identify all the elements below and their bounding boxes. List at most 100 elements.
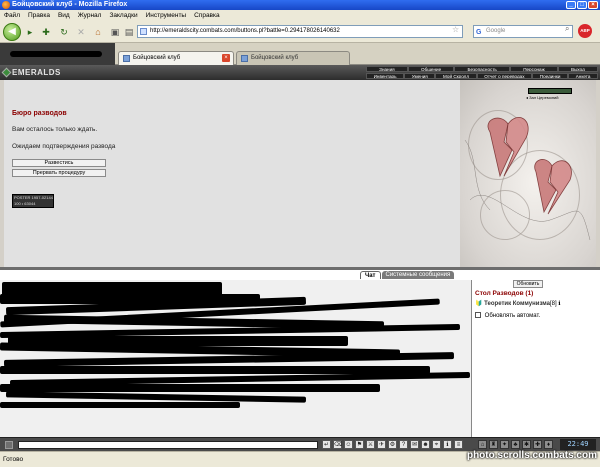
send-icon[interactable]: ↵	[322, 440, 331, 449]
confirmation-message: Ожидаем подтверждения развода	[12, 143, 116, 150]
title-bar: Бойцовский клуб - Mozilla Firefox _ □ ×	[0, 0, 600, 10]
search-magnifier-icon[interactable]: ⌕	[565, 24, 569, 34]
map-icon[interactable]: ⌖	[432, 440, 441, 449]
adblock-icon[interactable]: ABP	[578, 24, 592, 38]
divorce-button[interactable]: Развестись	[12, 159, 106, 167]
menu-character[interactable]: Персонаж	[510, 66, 558, 72]
toolbar-extension-icon[interactable]: ▣	[109, 26, 121, 38]
page-title: Бюро разводов	[12, 110, 67, 117]
room-title: Стол Разводов (1)	[475, 290, 534, 297]
game-menu-row: Знания Общение Безопасность Персонаж Вых…	[366, 66, 598, 72]
menu-exit[interactable]: Выход	[557, 66, 598, 72]
bookmark-star-icon[interactable]: ☆	[452, 25, 459, 34]
redaction-scribble	[0, 402, 240, 408]
location-icon-4[interactable]: ♣	[511, 440, 520, 449]
menu-history[interactable]: Журнал	[78, 10, 102, 21]
auto-refresh-checkbox[interactable]	[475, 312, 481, 318]
site-favicon-icon	[140, 28, 147, 35]
chat-input[interactable]	[18, 441, 318, 449]
home-icon[interactable]: ⌂	[92, 26, 104, 38]
menu-skills[interactable]: Умения	[404, 73, 436, 79]
menu-profile[interactable]: Анкета	[568, 73, 599, 79]
counter-row: 100 • 63044	[14, 201, 36, 206]
location-icon-7[interactable]: ♦	[544, 440, 553, 449]
info-icon[interactable]: ℹ	[558, 301, 560, 307]
broken-heart-icon	[464, 117, 591, 241]
navigation-toolbar: ◀ ▸ ✚ ↻ ✕ ⌂ ▣ ▤ http://emeraldscity.comb…	[0, 21, 600, 43]
menu-edit[interactable]: Правка	[28, 10, 50, 21]
reload-icon[interactable]: ↻	[58, 26, 70, 38]
chat-channel-icon[interactable]	[5, 441, 13, 449]
game-header: EMERALDS Знания Общение Безопасность Пер…	[0, 65, 600, 80]
menu-transfer-report[interactable]: Отчет о переводах	[476, 73, 533, 79]
friends-icon[interactable]: ☻	[421, 440, 430, 449]
counter-badge: POSTER 1957-02144 100 • 63044	[12, 194, 54, 208]
menu-my-scroll[interactable]: Мой Скролл	[435, 73, 477, 79]
menu-file[interactable]: Файл	[4, 10, 20, 21]
chat-section: Чат Системные сообщения Обновить Стол Ра…	[0, 267, 600, 440]
player-entry[interactable]: 🔰 Теоретик Коммунизма[8] ℹ	[475, 300, 561, 307]
mail-icon[interactable]: ✉	[410, 440, 419, 449]
game-menu-row: Инвентарь Умения Мой Скролл Отчет о пере…	[366, 73, 599, 79]
menu-bar: Файл Правка Вид Журнал Закладки Инструме…	[0, 10, 600, 21]
search-input[interactable]: G Google	[473, 25, 573, 38]
firefox-icon	[2, 1, 10, 9]
window-controls: _ □ ×	[566, 1, 598, 9]
close-icon[interactable]: ×	[588, 1, 598, 9]
search-placeholder: Google	[486, 28, 506, 34]
tab-label: Бойцовский клуб	[133, 55, 181, 61]
tab-combats-active[interactable]: Бойцовский клуб ×	[118, 51, 234, 65]
tab-bar: Бойцовский клуб × Бойцовский клуб	[0, 43, 600, 65]
menu-inventory[interactable]: Инвентарь	[366, 73, 405, 79]
watermark-text: photo.scrolls.combats.com	[466, 450, 597, 461]
tab-close-icon[interactable]: ×	[222, 54, 230, 62]
location-icon-2[interactable]: ♜	[489, 440, 498, 449]
menu-fights[interactable]: Поединки	[532, 73, 569, 79]
fight-icon[interactable]: ⚔	[366, 440, 375, 449]
google-icon: G	[476, 29, 482, 36]
emeralds-logo: EMERALDS	[1, 66, 64, 79]
info-panel-icon[interactable]: ℹ	[443, 440, 452, 449]
help-icon[interactable]: ?	[399, 440, 408, 449]
clear-icon[interactable]: ⌫	[333, 440, 342, 449]
auto-refresh-label: Обновлять автомат.	[484, 313, 541, 319]
smiley-icon[interactable]: ☺	[344, 440, 353, 449]
location-icon-6[interactable]: ✚	[533, 440, 542, 449]
menu-tools[interactable]: Инструменты	[146, 10, 187, 21]
tab-label: Бойцовский клуб	[251, 55, 299, 61]
location-icon-5[interactable]: ✱	[522, 440, 531, 449]
tab-chat[interactable]: Чат	[360, 271, 381, 279]
add-bookmark-icon[interactable]: ✚	[40, 26, 52, 38]
location-icon-3[interactable]: ✦	[500, 440, 509, 449]
maximize-icon[interactable]: □	[577, 1, 587, 9]
location-icon-1[interactable]: ⌂	[478, 440, 487, 449]
url-bar[interactable]: http://emeraldscity.combats.com/buttons.…	[137, 25, 463, 38]
cancel-procedure-button[interactable]: Прервать процедуру	[12, 169, 106, 177]
tab-combats-inactive[interactable]: Бойцовский клуб	[236, 51, 350, 65]
menu-view[interactable]: Вид	[58, 10, 70, 21]
status-text: Готово	[3, 456, 24, 463]
redaction-scribble	[5, 391, 307, 403]
menu-help[interactable]: Справка	[194, 10, 220, 21]
back-arrow-icon[interactable]: ◀	[3, 23, 21, 41]
minimize-icon[interactable]: _	[566, 1, 576, 9]
log-icon[interactable]: ≡	[454, 440, 463, 449]
chat-tabs: Чат Системные сообщения	[360, 271, 455, 279]
walk-icon[interactable]: ✈	[377, 440, 386, 449]
stop-icon[interactable]: ✕	[75, 26, 87, 38]
tab-system-messages[interactable]: Системные сообщения	[381, 271, 455, 279]
player-name[interactable]: Теоретик Коммунизма	[484, 301, 550, 307]
menu-security[interactable]: Безопасность	[454, 66, 511, 72]
menu-knowledge[interactable]: Знания	[366, 66, 408, 72]
filter-icon[interactable]: ⚑	[355, 440, 364, 449]
toolbar-extension-icon-2[interactable]: ▤	[123, 26, 135, 38]
logo-text: EMERALDS	[12, 68, 61, 77]
player-level: [8]	[549, 301, 557, 307]
auto-refresh-option[interactable]: Обновлять автомат.	[475, 312, 540, 319]
menu-chat[interactable]: Общение	[407, 66, 455, 72]
settings-icon[interactable]: ⚙	[388, 440, 397, 449]
refresh-button[interactable]: Обновить	[513, 280, 543, 288]
forward-arrow-icon[interactable]: ▸	[24, 26, 36, 38]
redacted-bookmark-strip	[0, 43, 115, 65]
menu-bookmarks[interactable]: Закладки	[109, 10, 137, 21]
